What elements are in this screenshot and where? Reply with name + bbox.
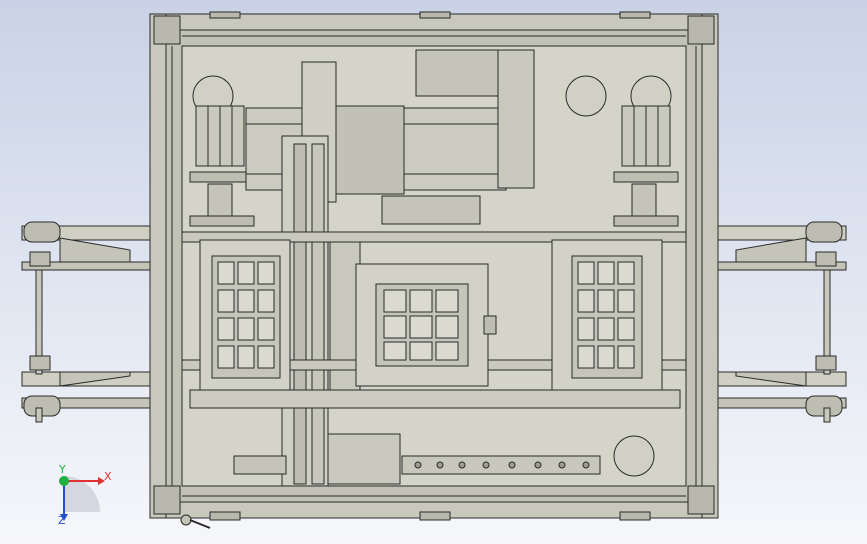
y-axis-label: Y xyxy=(58,463,66,476)
y-axis-dot xyxy=(59,476,69,486)
x-axis-label: X xyxy=(104,470,112,483)
cad-viewport[interactable]: X Y Z xyxy=(0,0,867,544)
z-axis-label: Z xyxy=(58,514,66,527)
coordinate-triad: X Y Z xyxy=(58,463,112,527)
